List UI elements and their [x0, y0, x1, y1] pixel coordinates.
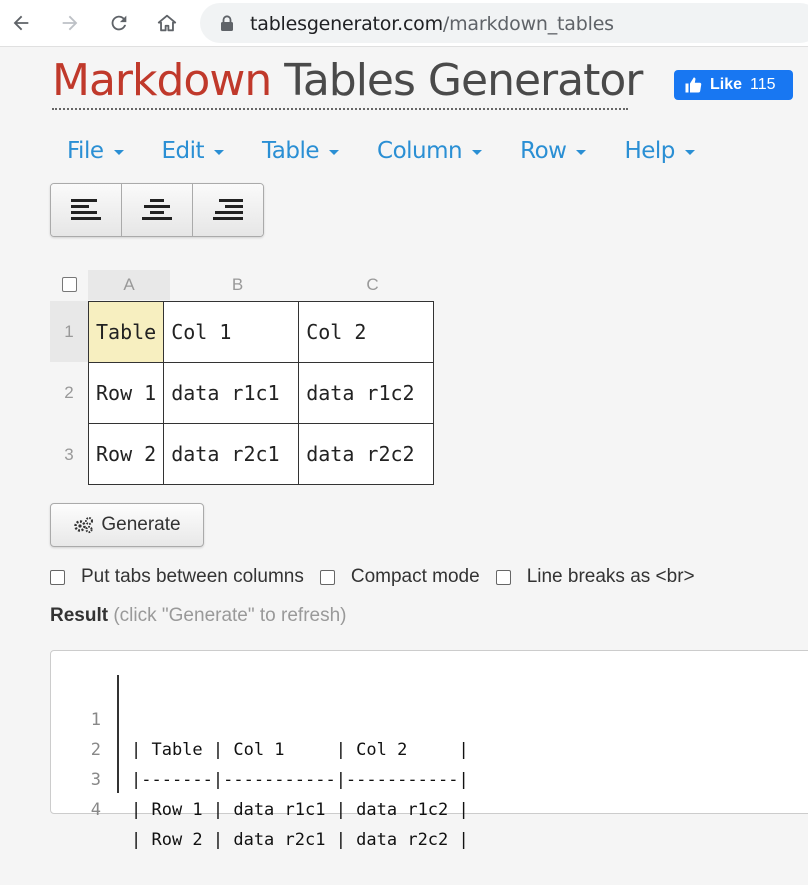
like-count: 115: [750, 76, 776, 93]
menu-label: Column: [377, 138, 463, 164]
menu-column[interactable]: Column: [377, 136, 483, 166]
align-right-icon: [213, 199, 243, 220]
tabs-option-label: Put tabs between columns: [81, 566, 304, 587]
table-cell[interactable]: data r1c2: [298, 362, 435, 424]
align-center-button[interactable]: [122, 184, 193, 236]
address-bar[interactable]: tablesgenerator.com/markdown_tables: [200, 3, 808, 43]
output-options: Put tabs between columns Compact mode Li…: [50, 566, 711, 588]
caret-down-icon: [329, 149, 340, 155]
row-header-3[interactable]: 3: [50, 424, 88, 486]
caret-down-icon: [214, 149, 225, 155]
compact-option[interactable]: Compact mode: [319, 566, 480, 588]
caret-down-icon: [113, 149, 124, 155]
line-number: 4: [90, 800, 101, 820]
caret-down-icon: [472, 149, 483, 155]
menu-table[interactable]: Table: [262, 136, 340, 166]
align-center-icon: [142, 199, 172, 220]
back-icon[interactable]: [6, 8, 36, 38]
linebreaks-checkbox[interactable]: [495, 569, 511, 585]
menu-row[interactable]: Row: [520, 136, 587, 166]
menu-label: File: [67, 138, 104, 164]
compact-checkbox[interactable]: [319, 569, 335, 585]
forward-icon[interactable]: [55, 8, 85, 38]
title-markdown: Markdown: [52, 55, 272, 106]
table-cell[interactable]: Row 1: [87, 362, 165, 424]
linebreaks-option-label: Line breaks as <br>: [526, 566, 695, 587]
code-text: | Row 2 | data r2c1 | data r2c2 |: [131, 830, 469, 850]
row-header-2[interactable]: 2: [50, 362, 88, 424]
title-tables-generator: Tables Generator: [284, 55, 643, 106]
lock-icon: [221, 15, 233, 31]
align-left-button[interactable]: [51, 184, 122, 236]
code-text: | Row 1 | data r1c1 | data r1c2 |: [131, 800, 469, 820]
linebreaks-option[interactable]: Line breaks as <br>: [495, 566, 695, 588]
align-right-button[interactable]: [193, 184, 263, 236]
url-path: /markdown_tables: [442, 13, 614, 35]
result-heading: Result (click "Generate" to refresh): [50, 605, 346, 627]
menu-label: Help: [624, 138, 675, 164]
page-title: Markdown Tables Generator: [52, 55, 643, 106]
column-header-a[interactable]: A: [88, 270, 170, 300]
table-grid: Table Col 1 Col 2 Row 1 data r1c1 data r…: [87, 301, 435, 485]
menu-label: Row: [520, 138, 567, 164]
table-row: Row 2 data r2c1 data r2c2: [87, 423, 435, 485]
code-line: 1 | Table | Col 1 | Col 2 |: [51, 675, 469, 760]
caret-down-icon: [576, 149, 587, 155]
table-cell[interactable]: Col 1: [163, 301, 300, 363]
title-underline: [52, 108, 628, 110]
code-line: 3 | Row 1 | data r1c1 | data r1c2 |: [51, 735, 469, 820]
gutter-divider: [117, 675, 119, 793]
select-all-checkbox[interactable]: [62, 277, 77, 292]
url-text: tablesgenerator.com/markdown_tables: [250, 13, 614, 35]
generate-button[interactable]: Generate: [50, 503, 204, 547]
caret-down-icon: [684, 149, 695, 155]
align-left-icon: [71, 199, 101, 220]
home-icon[interactable]: [152, 8, 182, 38]
url-domain: tablesgenerator.com: [250, 13, 443, 35]
column-header-c[interactable]: C: [305, 270, 440, 300]
menu-label: Edit: [161, 138, 205, 164]
menu-edit[interactable]: Edit: [162, 136, 225, 166]
tabs-checkbox[interactable]: [50, 569, 65, 585]
row-header-1[interactable]: 1: [50, 301, 88, 362]
code-text: | Table | Col 1 | Col 2 |: [131, 740, 469, 760]
menu-label: Table: [262, 138, 320, 164]
facebook-like-button[interactable]: Like 115: [674, 70, 793, 100]
table-cell[interactable]: data r2c2: [298, 423, 435, 485]
menu-file[interactable]: File: [67, 136, 124, 166]
menu-help[interactable]: Help: [624, 136, 695, 166]
table-cell[interactable]: data r2c1: [163, 423, 300, 485]
like-label: Like: [710, 76, 743, 93]
tabs-option[interactable]: Put tabs between columns: [50, 566, 304, 588]
result-label: Result: [50, 605, 109, 626]
table-row: Row 1 data r1c1 data r1c2: [87, 362, 435, 424]
compact-option-label: Compact mode: [350, 566, 480, 587]
table-cell[interactable]: Row 2: [87, 423, 165, 485]
gears-icon: [74, 517, 94, 534]
code-text: |-------|-----------|-----------|: [131, 770, 469, 790]
table-cell[interactable]: data r1c1: [163, 362, 300, 424]
generate-label: Generate: [101, 514, 181, 535]
alignment-button-group: [50, 183, 264, 237]
table-row: Table Col 1 Col 2: [87, 301, 435, 363]
reload-icon[interactable]: [104, 8, 134, 38]
menu-bar: File Edit Table Column Row Help: [52, 136, 733, 166]
result-hint: (click "Generate" to refresh): [113, 605, 347, 626]
code-line: 2 |-------|-----------|-----------|: [51, 705, 469, 790]
thumbs-up-icon: [685, 77, 702, 93]
table-cell[interactable]: Table: [87, 301, 165, 363]
table-cell[interactable]: Col 2: [298, 301, 435, 363]
column-header-b[interactable]: B: [170, 270, 305, 300]
result-code-box[interactable]: 1 | Table | Col 1 | Col 2 | 2 |-------|-…: [50, 650, 808, 850]
code-line: 4 | Row 2 | data r2c1 | data r2c2 |: [51, 765, 469, 850]
browser-toolbar: tablesgenerator.com/markdown_tables: [0, 0, 808, 47]
